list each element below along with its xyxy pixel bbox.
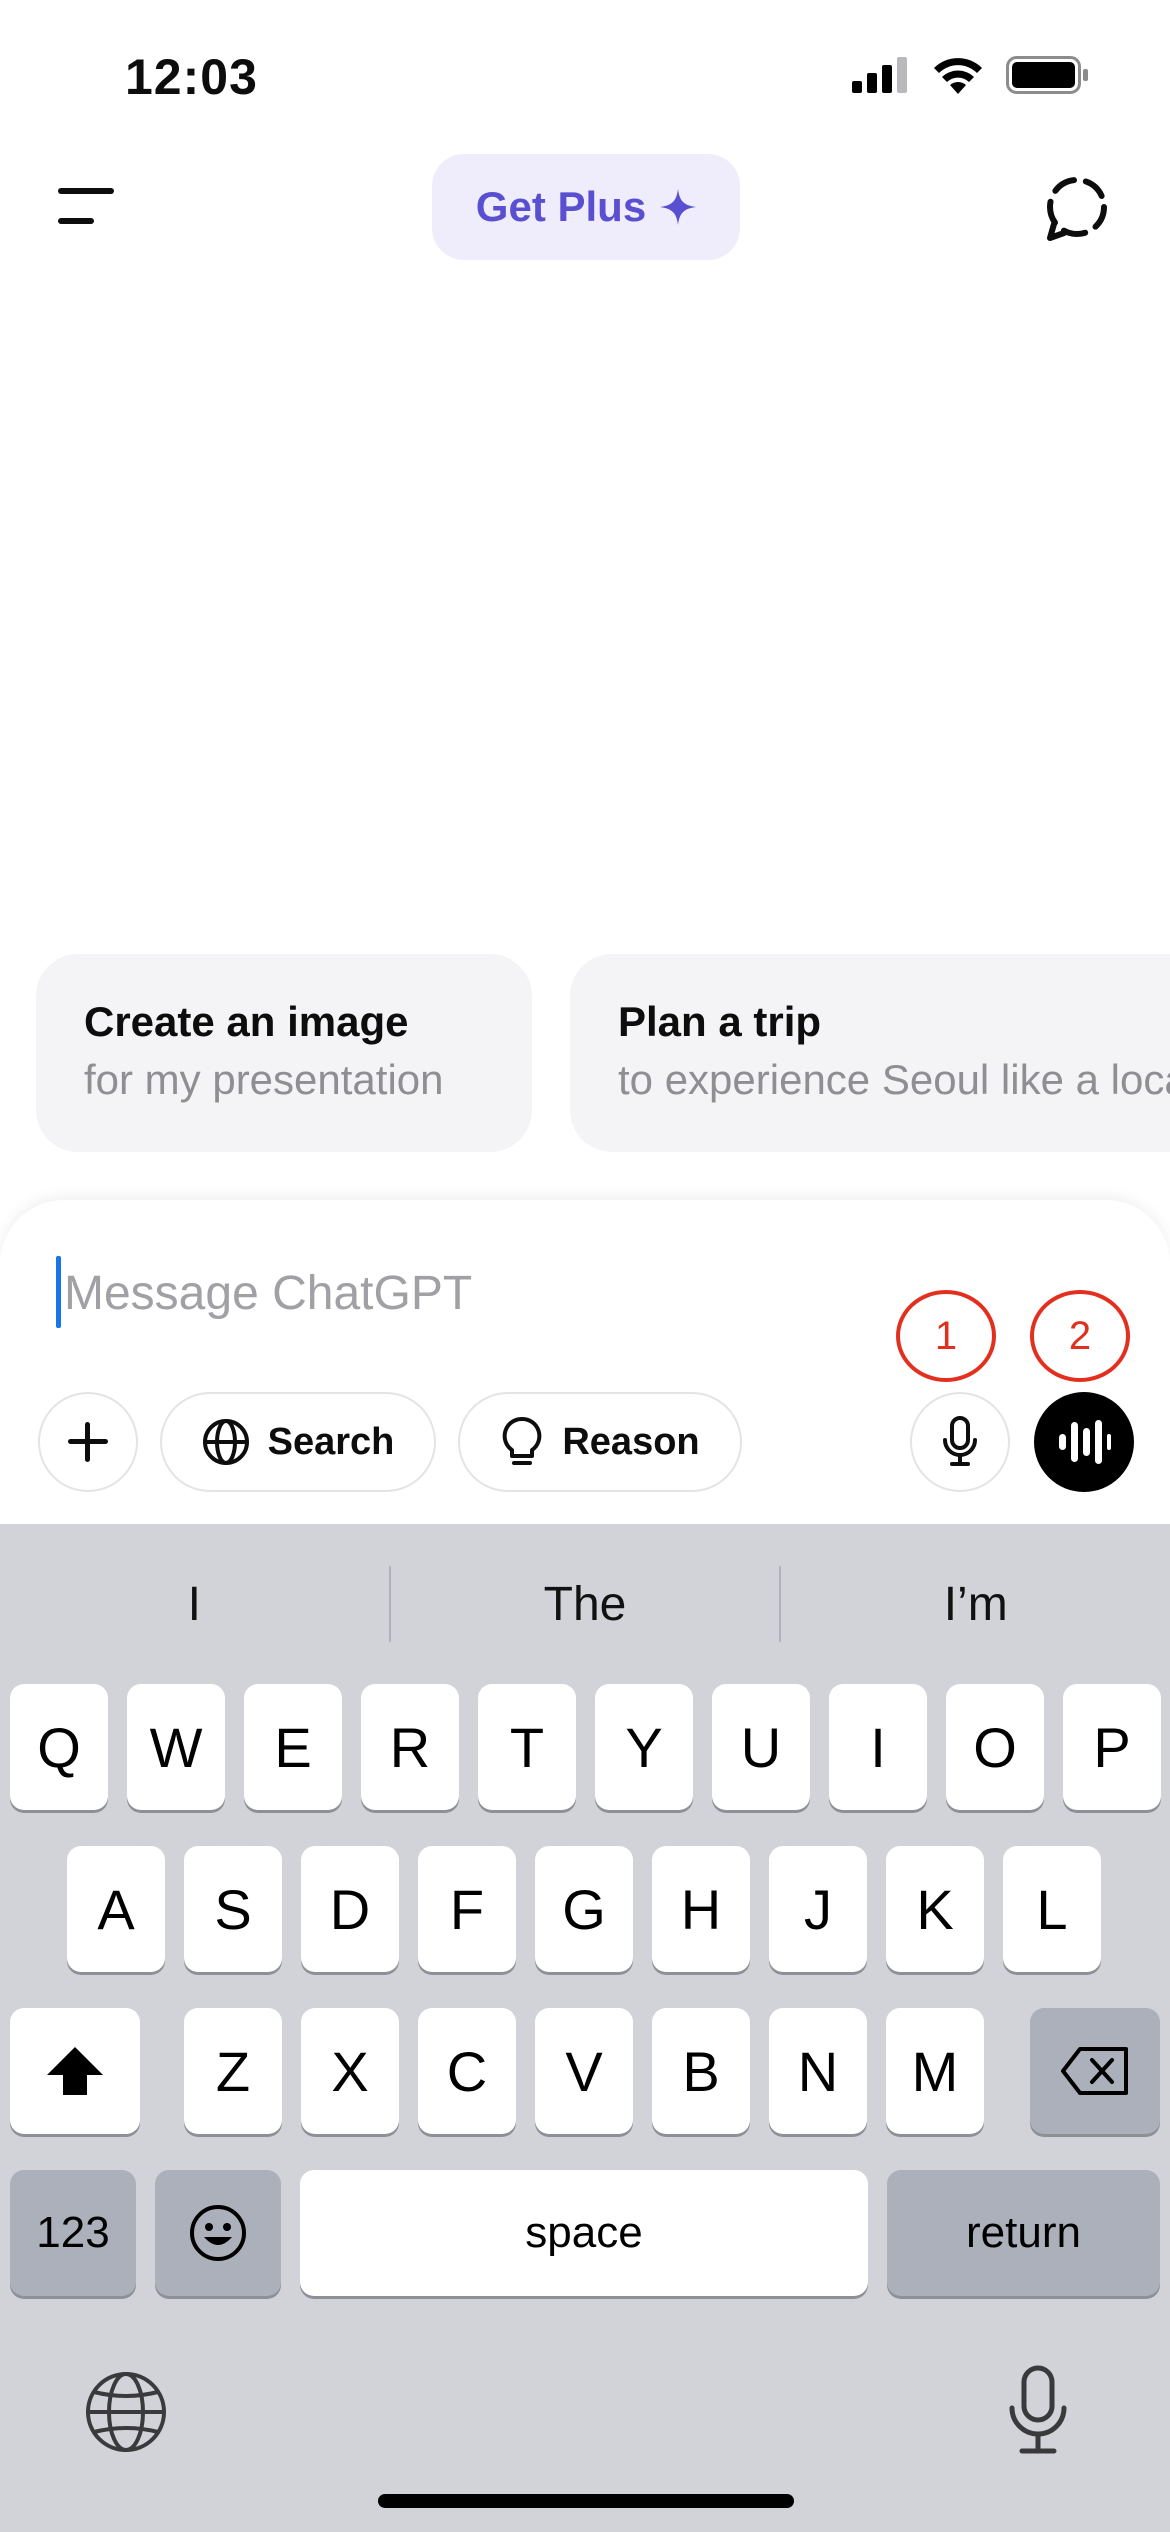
cellular-signal-icon (852, 57, 907, 93)
key-c[interactable]: C (418, 2008, 516, 2134)
dictation-button[interactable] (910, 1392, 1010, 1492)
search-label: Search (267, 1420, 395, 1463)
key-h[interactable]: H (652, 1846, 750, 1972)
plus-icon (68, 1422, 108, 1462)
key-f[interactable]: F (418, 1846, 516, 1972)
prediction-suggestion[interactable]: I’m (781, 1554, 1170, 1654)
key-r[interactable]: R (361, 1684, 459, 1810)
key-n[interactable]: N (769, 2008, 867, 2134)
key-u[interactable]: U (712, 1684, 810, 1810)
numbers-key[interactable]: 123 (10, 2170, 136, 2296)
message-composer: 1 2 Search Reason (0, 1200, 1170, 1530)
key-d[interactable]: D (301, 1846, 399, 1972)
suggestion-card-create-image[interactable]: Create an image for my presentation (36, 954, 532, 1152)
voice-waveform-icon (1059, 1420, 1111, 1464)
new-chat-button[interactable] (1044, 176, 1110, 242)
add-attachment-button[interactable] (38, 1392, 138, 1492)
sparkle-icon (660, 189, 697, 225)
suggestion-subtitle: to experience Seoul like a local (618, 1056, 1170, 1103)
lightbulb-icon (503, 1416, 542, 1465)
key-w[interactable]: W (127, 1684, 225, 1810)
emoji-key[interactable] (155, 2170, 281, 2296)
key-i[interactable]: I (829, 1684, 927, 1810)
key-s[interactable]: S (184, 1846, 282, 1972)
key-g[interactable]: G (535, 1846, 633, 1972)
prediction-suggestion[interactable]: The (391, 1554, 780, 1654)
battery-icon (1006, 56, 1088, 94)
microphone-icon (1009, 2365, 1067, 2454)
key-x[interactable]: X (301, 2008, 399, 2134)
keyboard-dictation-button[interactable] (1006, 2364, 1070, 2456)
key-t[interactable]: T (478, 1684, 576, 1810)
suggestion-carousel[interactable]: Create an image for my presentation Plan… (36, 954, 1170, 1152)
key-j[interactable]: J (769, 1846, 867, 1972)
voice-mode-button[interactable] (1034, 1392, 1134, 1492)
wifi-icon (934, 58, 982, 94)
language-switch-button[interactable] (84, 2370, 168, 2454)
get-plus-button[interactable]: Get Plus (432, 154, 740, 260)
status-time: 12:03 (125, 49, 258, 105)
key-y[interactable]: Y (595, 1684, 693, 1810)
reason-label: Reason (562, 1420, 700, 1463)
menu-button[interactable] (58, 186, 120, 226)
text-cursor (56, 1256, 61, 1328)
key-a[interactable]: A (67, 1846, 165, 1972)
suggestion-card-plan-trip[interactable]: Plan a trip to experience Seoul like a l… (570, 954, 1170, 1152)
menu-icon (58, 188, 114, 224)
key-m[interactable]: M (886, 2008, 984, 2134)
get-plus-label: Get Plus (475, 183, 647, 230)
reason-button[interactable]: Reason (458, 1392, 742, 1492)
suggestion-subtitle: for my presentation (84, 1056, 444, 1103)
dashed-circle-icon (1047, 177, 1107, 241)
return-key[interactable]: return (887, 2170, 1160, 2296)
emoji-icon (190, 2205, 246, 2261)
microphone-icon (943, 1416, 977, 1466)
shift-arrow-icon (47, 2047, 103, 2095)
home-indicator[interactable] (378, 2494, 794, 2508)
suggestion-title: Create an image (84, 998, 409, 1045)
backspace-icon (1061, 2047, 1128, 2095)
globe-icon (86, 2372, 166, 2452)
status-icons (852, 56, 1090, 94)
delete-key[interactable] (1030, 2008, 1160, 2134)
key-b[interactable]: B (652, 2008, 750, 2134)
annotation-marker-2: 2 (1030, 1290, 1130, 1382)
key-v[interactable]: V (535, 2008, 633, 2134)
key-e[interactable]: E (244, 1684, 342, 1810)
chat-screen: 12:03 Get Plus Create an image for my pr… (0, 0, 1170, 2532)
globe-icon (202, 1419, 249, 1465)
key-o[interactable]: O (946, 1684, 1044, 1810)
key-p[interactable]: P (1063, 1684, 1161, 1810)
key-q[interactable]: Q (10, 1684, 108, 1810)
ios-keyboard: I The I’m Q W E R T Y U I O P A S D F G … (0, 1524, 1170, 2532)
space-key[interactable]: space (300, 2170, 868, 2296)
message-input[interactable] (64, 1250, 864, 1336)
predictive-text-bar: I The I’m (0, 1554, 1170, 1654)
search-button[interactable]: Search (160, 1392, 436, 1492)
annotation-marker-1: 1 (896, 1290, 996, 1382)
key-l[interactable]: L (1003, 1846, 1101, 1972)
prediction-suggestion[interactable]: I (0, 1554, 389, 1654)
key-k[interactable]: K (886, 1846, 984, 1972)
key-z[interactable]: Z (184, 2008, 282, 2134)
shift-key[interactable] (10, 2008, 140, 2134)
suggestion-title: Plan a trip (618, 998, 822, 1045)
